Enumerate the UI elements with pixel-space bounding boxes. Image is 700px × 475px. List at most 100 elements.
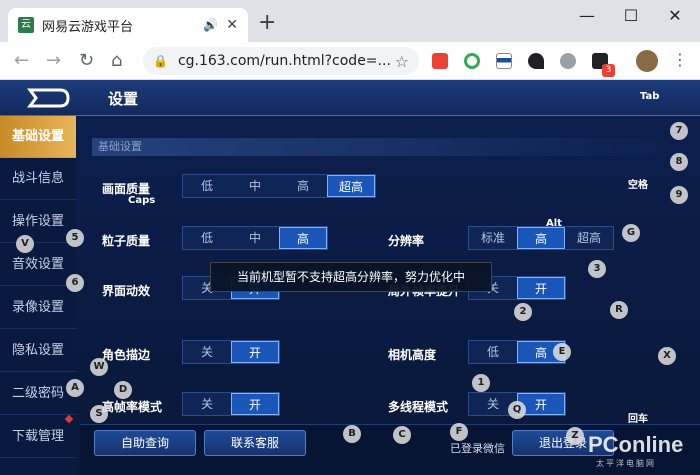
sidebar-item-audio[interactable]: 音效设置 (0, 244, 76, 286)
key-hint: D (114, 381, 132, 399)
contact-support-button[interactable]: 联系客服 (204, 430, 306, 456)
flag-extension-icon[interactable] (496, 53, 512, 69)
key-hint: 8 (670, 153, 688, 171)
watermark-subtitle: 太平洋电脑网 (596, 459, 656, 468)
key-hint: 5 (66, 229, 84, 247)
outline-label: 角色描边 (102, 348, 151, 362)
sidebar-item-battle[interactable]: 战斗信息 (0, 158, 76, 200)
section-header: 基础设置 (92, 138, 662, 156)
game-header: 设置 Tab (0, 80, 700, 116)
enter-key-hint: 回车 (628, 414, 648, 425)
key-hint: C (393, 426, 411, 444)
bookmark-star-icon[interactable]: ☆ (395, 52, 409, 71)
browser-tab[interactable]: 云 网易云游戏平台 🔊 ✕ (8, 8, 248, 42)
self-help-button[interactable]: 自助查询 (94, 430, 196, 456)
key-hint: R (610, 301, 628, 319)
particle-option[interactable]: 低 (183, 227, 231, 249)
key-hint: G (622, 224, 640, 242)
hifps-off[interactable]: 关 (183, 393, 231, 415)
key-hint: B (343, 425, 361, 443)
maximize-icon[interactable]: ☐ (616, 6, 646, 28)
forward-arrow-icon[interactable]: → (46, 51, 61, 71)
back-icon[interactable] (16, 86, 76, 110)
browser-tab-strip: 云 网易云游戏平台 🔊 ✕ + — ☐ ✕ (0, 0, 700, 42)
quality-option[interactable]: 低 (183, 175, 231, 197)
key-hint: 2 (514, 303, 532, 321)
key-hint: 1 (472, 374, 490, 392)
page-title: 设置 (108, 90, 139, 108)
hifps-toggle: 关 开 (182, 392, 280, 416)
calendar-extension-icon[interactable] (432, 53, 448, 69)
sidebar-item-basic[interactable]: 基础设置 (0, 116, 76, 158)
resolution-option-selected[interactable]: 高 (517, 227, 565, 249)
extension-badge: 3 (602, 64, 615, 77)
key-hint: X (658, 347, 676, 365)
key-hint: V (16, 235, 34, 253)
particle-option-selected[interactable]: 高 (279, 227, 327, 249)
quality-option-selected[interactable]: 超高 (327, 175, 375, 197)
minimize-icon[interactable]: — (572, 6, 602, 28)
tab-key-hint: Tab (640, 91, 660, 102)
key-hint: F (450, 423, 468, 441)
new-tab-icon[interactable]: + (258, 12, 276, 34)
key-hint: 3 (588, 260, 606, 278)
sidebar-item-privacy[interactable]: 隐私设置 (0, 330, 76, 372)
dark-extension-icon[interactable] (528, 53, 544, 69)
toast-message: 当前机型暂不支持超高分辨率，努力优化中 (210, 262, 492, 292)
address-bar[interactable]: 🔒 cg.163.com/run.html?code=... ☆ (143, 47, 419, 75)
profile-avatar[interactable] (636, 50, 658, 72)
key-hint: 7 (670, 122, 688, 140)
caps-key-hint: Caps (128, 195, 156, 206)
sidebar-item-password[interactable]: 二级密码 (0, 373, 76, 415)
particle-label: 粒子质量 (102, 234, 151, 248)
hifps-label: 高帧率模式 (102, 400, 163, 414)
fps-boost-on[interactable]: 开 (517, 277, 565, 299)
audio-icon[interactable]: 🔊 (203, 18, 218, 32)
circle-extension-icon[interactable] (560, 53, 576, 69)
resolution-option[interactable]: 标准 (469, 227, 517, 249)
camera-low[interactable]: 低 (469, 341, 517, 363)
multithread-label: 多线程模式 (388, 400, 449, 414)
ring-extension-icon[interactable] (464, 53, 480, 69)
tab-title: 网易云游戏平台 (42, 19, 134, 35)
ui-anim-label: 界面动效 (102, 284, 151, 298)
outline-off[interactable]: 关 (183, 341, 231, 363)
key-hint: Z (566, 427, 584, 445)
browser-toolbar: ← → ↻ ⌂ 🔒 cg.163.com/run.html?code=... ☆… (0, 42, 700, 80)
favicon-icon: 云 (18, 17, 34, 33)
quality-selector: 低 中 高 超高 (182, 174, 376, 198)
key-hint: A (66, 379, 84, 397)
quality-option[interactable]: 高 (279, 175, 327, 197)
more-menu-icon[interactable]: ⋮ (672, 50, 688, 69)
settings-sidebar: 基础设置 战斗信息 操作设置 音效设置 录像设置 隐私设置 二级密码 下载管理 (0, 116, 76, 475)
sidebar-item-replay[interactable]: 录像设置 (0, 287, 76, 329)
window-close-icon[interactable]: ✕ (660, 6, 690, 28)
home-icon[interactable]: ⌂ (111, 51, 122, 71)
sidebar-item-download[interactable]: 下载管理 (0, 416, 76, 458)
tab-close-icon[interactable]: ✕ (226, 17, 238, 33)
key-hint: Q (508, 401, 526, 419)
key-hint: E (553, 343, 571, 361)
reload-icon[interactable]: ↻ (79, 51, 94, 71)
game-settings-screen: 设置 Tab 基础设置 战斗信息 操作设置 音效设置 录像设置 隐私设置 二级密… (0, 80, 700, 475)
key-hint: 6 (66, 274, 84, 292)
particle-option[interactable]: 中 (231, 227, 279, 249)
key-hint: 9 (670, 186, 688, 204)
resolution-label: 分辨率 (388, 234, 425, 248)
hifps-on[interactable]: 开 (231, 393, 279, 415)
outline-toggle: 关 开 (182, 340, 280, 364)
back-arrow-icon[interactable]: ← (14, 51, 29, 71)
alt-key-hint: Alt (546, 218, 562, 229)
camera-label: 相机高度 (388, 348, 437, 362)
key-hint: W (90, 358, 108, 376)
url-text: cg.163.com/run.html?code=... (177, 53, 391, 69)
outline-on[interactable]: 开 (231, 341, 279, 363)
lock-icon: 🔒 (153, 54, 168, 68)
resolution-option[interactable]: 超高 (565, 227, 613, 249)
quality-option[interactable]: 中 (231, 175, 279, 197)
sidebar-item-controls[interactable]: 操作设置 (0, 201, 76, 243)
resolution-selector: 标准 高 超高 (468, 226, 614, 250)
wechat-login-status: 已登录微信 (450, 442, 505, 455)
space-key-hint: 空格 (628, 180, 648, 191)
key-hint: S (90, 405, 108, 423)
